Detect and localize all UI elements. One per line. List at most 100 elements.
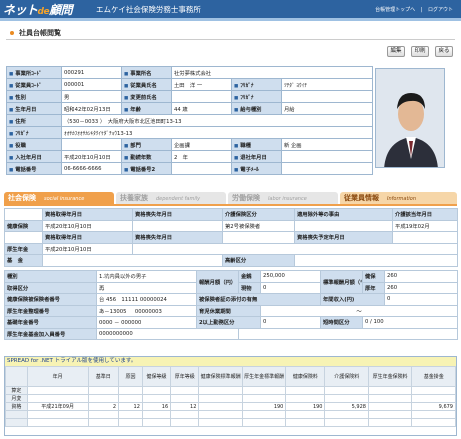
spread-cell[interactable] bbox=[170, 410, 200, 419]
spread-cell[interactable] bbox=[26, 418, 89, 427]
spread-header-cell: 健康保険標準報酬 bbox=[198, 366, 243, 387]
tab-social-insurance[interactable]: 社会保険 social insurance bbox=[4, 192, 114, 204]
edit-button[interactable]: 編集 bbox=[387, 46, 405, 57]
spread-cell[interactable]: 9,679 bbox=[411, 402, 456, 411]
spread-cell[interactable] bbox=[285, 386, 326, 395]
field-label: ﾌﾘｶﾞﾅ bbox=[6, 126, 62, 139]
spread-cell[interactable] bbox=[367, 386, 413, 395]
spread-cell[interactable] bbox=[285, 410, 326, 419]
spread-cell[interactable] bbox=[367, 418, 413, 427]
spread-header-cell bbox=[5, 366, 28, 387]
spread-cell[interactable] bbox=[324, 394, 369, 403]
spread-cell[interactable] bbox=[411, 418, 456, 427]
spread-cell[interactable] bbox=[170, 418, 200, 427]
spread-cell[interactable] bbox=[118, 418, 143, 427]
spread-cell[interactable] bbox=[87, 394, 120, 403]
basic-no-label: 基礎年金番号 bbox=[4, 316, 97, 329]
spread-cell[interactable] bbox=[411, 410, 456, 419]
spread-cell[interactable] bbox=[241, 386, 287, 395]
spread-row-header: 資格 bbox=[5, 402, 28, 411]
spread-cell[interactable] bbox=[324, 386, 369, 395]
spread-cell[interactable] bbox=[198, 410, 243, 419]
back-button[interactable]: 戻る bbox=[435, 46, 453, 57]
spread-cell[interactable] bbox=[118, 394, 143, 403]
app-logo[interactable]: ネットde顧問 bbox=[3, 1, 73, 18]
spread-cell[interactable] bbox=[241, 394, 287, 403]
spread-cell[interactable] bbox=[141, 394, 172, 403]
spread-grid[interactable]: SPREAD for .NET トライアル版を使用しています。 年月 基準日 原因健… bbox=[4, 356, 457, 436]
title-divider bbox=[6, 39, 455, 40]
field-value: 2 年 bbox=[171, 150, 232, 163]
spread-cell[interactable] bbox=[87, 410, 120, 419]
spread-cell[interactable] bbox=[141, 410, 172, 419]
spread-cell[interactable] bbox=[367, 410, 413, 419]
field-label: 役職 bbox=[6, 138, 62, 151]
spread-cell[interactable] bbox=[87, 418, 120, 427]
employee-row: 性別男変更前氏名 ﾌﾘｶﾞﾅ bbox=[6, 90, 373, 103]
tab-dependent-family[interactable]: 扶養家族 dependent family bbox=[116, 192, 226, 204]
spread-cell[interactable] bbox=[87, 386, 120, 395]
tab-employee-information[interactable]: 従業員情報 Information bbox=[340, 192, 457, 204]
spread-cell[interactable] bbox=[26, 410, 89, 419]
field-value bbox=[171, 162, 232, 175]
pay-label: 報酬月額（円） bbox=[196, 270, 239, 294]
spread-cell[interactable] bbox=[118, 386, 143, 395]
spread-cell[interactable] bbox=[324, 418, 369, 427]
spread-cell[interactable] bbox=[241, 418, 287, 427]
col-pension-get: 資格取得年月日 bbox=[42, 231, 133, 244]
spread-row[interactable]: 月変 bbox=[5, 394, 456, 403]
employee-row: 事業所ｺｰﾄﾞ000291事業所名社労夢株式会社 bbox=[6, 66, 373, 79]
logout-link[interactable]: ログアウト bbox=[428, 7, 453, 13]
field-label: 事業所名 bbox=[121, 66, 172, 79]
spread-cell[interactable]: 16 bbox=[141, 402, 172, 411]
spread-cell[interactable] bbox=[170, 394, 200, 403]
spread-cell[interactable] bbox=[141, 418, 172, 427]
field-value: 社労夢株式会社 bbox=[171, 66, 373, 79]
spread-cell[interactable] bbox=[170, 386, 200, 395]
spread-cell[interactable]: 2 bbox=[87, 402, 120, 411]
spread-cell[interactable] bbox=[26, 386, 89, 395]
spread-cell[interactable]: 12 bbox=[170, 402, 200, 411]
insurance-detail-table: 種別 1.坑内員以外の男子 報酬月額（円） 金銭 250,000 標準報酬月額（… bbox=[4, 270, 458, 340]
spread-header-cell: 原因 bbox=[118, 366, 143, 387]
spread-cell[interactable]: 190 bbox=[241, 402, 287, 411]
spread-row[interactable] bbox=[5, 410, 456, 419]
spread-cell[interactable] bbox=[118, 410, 143, 419]
spread-cell[interactable]: 12 bbox=[118, 402, 143, 411]
spread-cell[interactable] bbox=[411, 394, 456, 403]
employee-row: 入社年月日平成20年10月10日勤続年数2 年退社年月日 bbox=[6, 150, 373, 163]
field-label: 従業員氏名 bbox=[121, 78, 172, 91]
col-exempt-reason: 適用除外等の事由 bbox=[293, 208, 394, 221]
field-label: 住所 bbox=[6, 114, 62, 127]
employee-row: 電話番号06-6666-6666電話番号2 電子ﾒｰﾙ bbox=[6, 162, 373, 175]
spread-row[interactable] bbox=[5, 418, 456, 427]
spread-cell[interactable] bbox=[241, 410, 287, 419]
spread-cell[interactable] bbox=[198, 394, 243, 403]
spread-header-cell: 健康保険料 bbox=[285, 366, 326, 387]
col-pension-lost: 資格喪失年月日 bbox=[132, 231, 223, 244]
spread-cell[interactable]: 平成21年09月 bbox=[26, 402, 89, 411]
field-label: ﾌﾘｶﾞﾅ bbox=[231, 78, 282, 91]
spread-cell[interactable] bbox=[285, 418, 326, 427]
tab-underline bbox=[4, 204, 457, 206]
spread-cell[interactable] bbox=[198, 418, 243, 427]
health-no-label: 健康保険被保険者番号 bbox=[4, 293, 97, 306]
spread-cell[interactable] bbox=[367, 402, 413, 411]
spread-cell[interactable]: 190 bbox=[285, 402, 326, 411]
spread-cell[interactable] bbox=[141, 386, 172, 395]
print-button[interactable]: 印刷 bbox=[411, 46, 429, 57]
tab-labor-insurance[interactable]: 労働保険 labor insurance bbox=[228, 192, 338, 204]
spread-cell[interactable] bbox=[198, 402, 243, 411]
spread-row[interactable]: 算定 bbox=[5, 386, 456, 395]
top-link[interactable]: 台帳管理トップへ bbox=[375, 7, 415, 13]
spread-cell[interactable] bbox=[324, 410, 369, 419]
spread-cell[interactable] bbox=[367, 394, 413, 403]
spread-cell[interactable]: 5,928 bbox=[324, 402, 369, 411]
spread-cell[interactable] bbox=[285, 394, 326, 403]
spread-row[interactable]: 資格 平成21年09月 2 12 16 12 190 190 5,928 9,679 bbox=[5, 402, 456, 411]
spread-cell[interactable] bbox=[198, 386, 243, 395]
spread-cell[interactable] bbox=[411, 386, 456, 395]
spread-cell[interactable] bbox=[26, 394, 89, 403]
health-insurance-label: 健康保険 bbox=[4, 219, 43, 232]
kikin-value: 0000000000 bbox=[96, 327, 239, 340]
